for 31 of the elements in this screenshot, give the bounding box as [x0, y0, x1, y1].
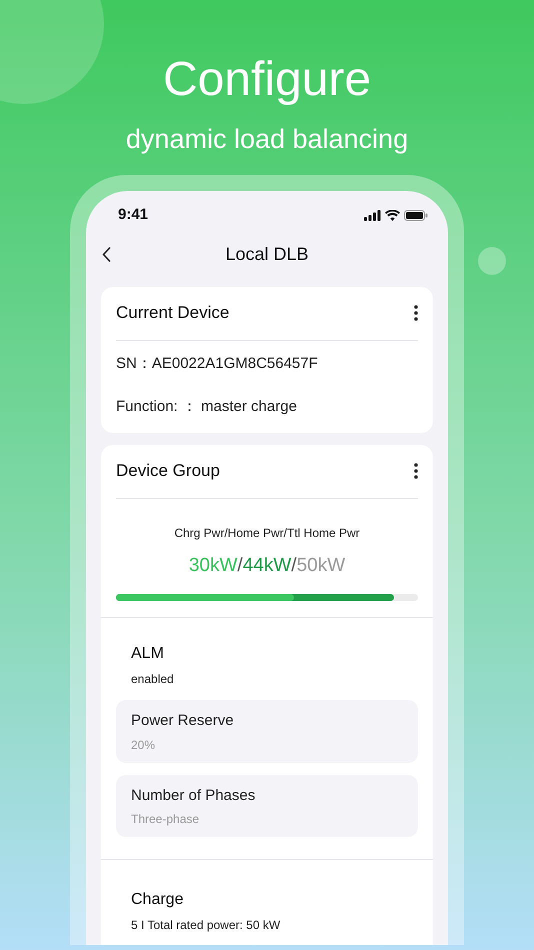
wifi-icon	[385, 210, 400, 222]
card-title: Device Group	[116, 460, 220, 482]
section-title: ALM	[131, 644, 165, 664]
power-reading: 30kW	[188, 554, 238, 576]
section-title: Charge	[131, 890, 184, 910]
headline: Configure	[162, 53, 372, 106]
device-field: SN：AE0022A1GM8C56457F	[116, 352, 418, 376]
setting-value: 20%	[131, 736, 156, 754]
signal-icon	[364, 210, 381, 222]
setting-label: Number of Phases	[131, 786, 256, 806]
section-subtitle: 5 I Total rated power: 50 kW	[131, 917, 282, 934]
status-time: 9:41	[118, 205, 148, 226]
power-reading: 44kW	[242, 554, 292, 576]
subheadline: dynamic load balancing	[126, 124, 408, 154]
power-caption: Chrg Pwr/Home Pwr/Ttl Home Pwr	[173, 524, 361, 542]
reading-separator: /	[291, 554, 297, 576]
device-field: Function: ： master charge	[116, 396, 418, 419]
reading-separator: /	[237, 554, 243, 576]
back-icon[interactable]	[102, 246, 111, 262]
card-title: Current Device	[116, 302, 230, 324]
page-title: Local DLB	[225, 243, 309, 266]
circle-decoration	[478, 247, 506, 275]
more-icon[interactable]	[414, 305, 418, 322]
setting-label: Power Reserve	[131, 711, 235, 732]
setting-row[interactable]: Number of Phases Three-phase	[116, 774, 418, 838]
power-reading: 50kW	[296, 554, 346, 576]
battery-icon	[404, 210, 428, 222]
setting-row[interactable]: Power Reserve 20%	[116, 700, 418, 763]
section-subtitle: enabled	[131, 671, 175, 688]
setting-value: Three-phase	[131, 811, 200, 828]
more-icon[interactable]	[414, 463, 418, 480]
